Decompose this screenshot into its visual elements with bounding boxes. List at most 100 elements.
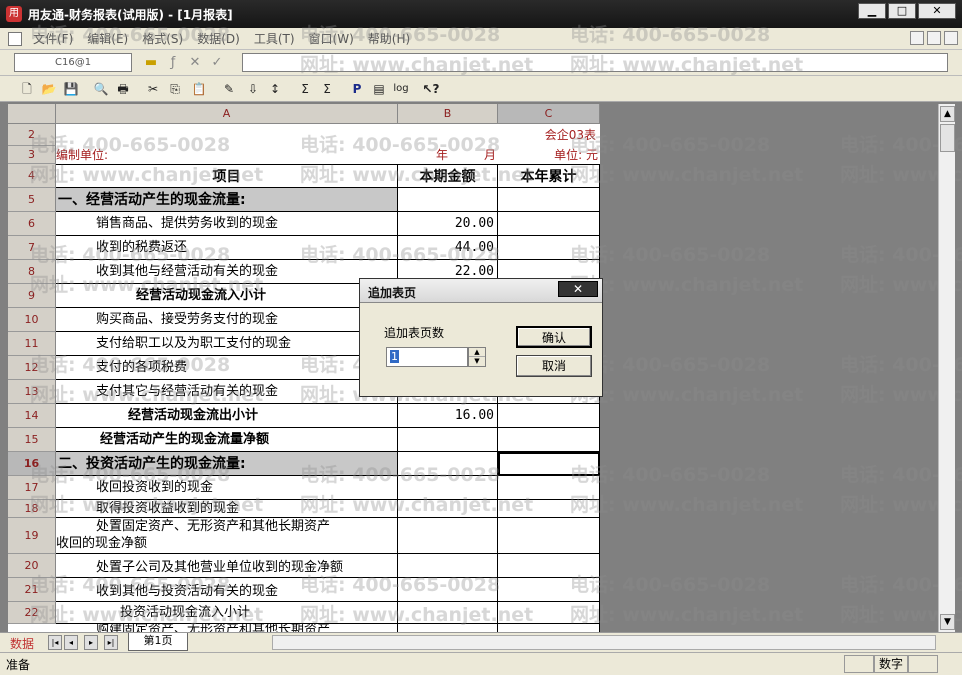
row-ytd[interactable] [498, 428, 600, 452]
row-label[interactable]: 取得投资收益收到的现金 [56, 500, 398, 518]
sheet-tab[interactable]: 第1页 [128, 633, 188, 651]
row-header[interactable]: 11 [8, 332, 56, 356]
maximize-button[interactable]: □ [888, 3, 916, 19]
sum-icon[interactable]: Σ [296, 80, 314, 98]
row-value[interactable]: 16.00 [398, 404, 498, 428]
row-label[interactable]: 收回投资收到的现金 [56, 476, 398, 500]
data-mode-label[interactable]: 数据 [10, 635, 34, 652]
row-ytd[interactable] [498, 476, 600, 500]
mdi-restore-button[interactable] [927, 31, 941, 45]
row-ytd[interactable] [498, 602, 600, 624]
row-label[interactable]: 购建固定资产、无形资产和其他长期资产 [56, 624, 398, 632]
row-header[interactable]: 22 [8, 602, 56, 624]
header-ytd[interactable]: 本年累计 [498, 164, 600, 188]
menu-file[interactable]: 文件(F) [26, 30, 80, 47]
row-value[interactable] [398, 428, 498, 452]
column-header-c[interactable]: C [498, 104, 600, 124]
new-icon[interactable]: 🗋 [18, 80, 36, 98]
corner-header[interactable] [8, 104, 56, 124]
formula-input[interactable] [242, 53, 948, 72]
fx-icon[interactable]: ƒ [164, 54, 182, 71]
row-header[interactable]: 5 [8, 188, 56, 212]
row-header[interactable]: 10 [8, 308, 56, 332]
column-header-b[interactable]: B [398, 104, 498, 124]
help-pointer-icon[interactable]: ↖? [422, 80, 440, 98]
p-icon[interactable]: P [348, 80, 366, 98]
menu-help[interactable]: 帮助(H) [361, 30, 417, 47]
header-current[interactable]: 本期金额 [398, 164, 498, 188]
row-ytd[interactable] [498, 518, 600, 554]
row-label[interactable]: 收到的税费返还 [56, 236, 398, 260]
page-count-input[interactable]: 1 [386, 347, 468, 367]
row-header[interactable]: 3 [8, 146, 56, 164]
next-sheet-icon[interactable]: ▸ [84, 635, 98, 650]
row-value[interactable]: 20.00 [398, 212, 498, 236]
row-ytd[interactable] [498, 188, 600, 212]
ok-button[interactable]: 确认 [516, 326, 592, 348]
row-ytd[interactable] [498, 554, 600, 578]
row-ytd[interactable] [498, 404, 600, 428]
row-header[interactable]: 17 [8, 476, 56, 500]
row-value[interactable]: 44.00 [398, 236, 498, 260]
row-value[interactable] [398, 476, 498, 500]
insert-icon[interactable]: ⇩ [244, 80, 262, 98]
row-value[interactable] [398, 518, 498, 554]
row-header[interactable]: 18 [8, 500, 56, 518]
menu-edit[interactable]: 编辑(E) [80, 30, 135, 47]
row-header[interactable]: 9 [8, 284, 56, 308]
print-preview-icon[interactable]: 🔍 [92, 80, 110, 98]
menu-format[interactable]: 格式(S) [135, 30, 190, 47]
row-label[interactable]: 一、经营活动产生的现金流量: [56, 188, 398, 212]
row-label[interactable]: 经营活动产生的现金流量净额 [56, 428, 398, 452]
row-label[interactable]: 购买商品、接受劳务支付的现金 [56, 308, 398, 332]
row-value[interactable] [398, 554, 498, 578]
open-icon[interactable]: 📂 [40, 80, 58, 98]
row-label[interactable]: 经营活动现金流出小计 [56, 404, 398, 428]
close-button[interactable]: ✕ [918, 3, 956, 19]
row-header[interactable]: 8 [8, 260, 56, 284]
last-sheet-icon[interactable]: ▸| [104, 635, 118, 650]
row-label[interactable]: 二、投资活动产生的现金流量: [56, 452, 398, 476]
row-header[interactable]: 7 [8, 236, 56, 260]
row-label[interactable]: 收到其他与经营活动有关的现金 [56, 260, 398, 284]
paste-icon[interactable]: 📋 [190, 80, 208, 98]
row-ytd[interactable] [498, 500, 600, 518]
row-header[interactable]: 16 [8, 452, 56, 476]
row-header[interactable]: 15 [8, 428, 56, 452]
row-label[interactable]: 投资活动现金流入小计 [56, 602, 398, 624]
page-icon[interactable]: ▤ [370, 80, 388, 98]
minimize-button[interactable]: ▁ [858, 3, 886, 19]
row-value[interactable] [398, 624, 498, 632]
row-label[interactable]: 收到其他与投资活动有关的现金 [56, 578, 398, 602]
row-header[interactable]: 12 [8, 356, 56, 380]
row-ytd[interactable] [498, 578, 600, 602]
cut-icon[interactable]: ✂ [144, 80, 162, 98]
row-header[interactable]: 6 [8, 212, 56, 236]
vertical-scrollbar[interactable]: ▲ ▼ [938, 104, 955, 632]
row-ytd[interactable] [498, 236, 600, 260]
cancel-edit-icon[interactable]: ✕ [186, 54, 204, 71]
row-value[interactable] [398, 578, 498, 602]
row-value[interactable] [398, 500, 498, 518]
row-label[interactable]: 销售商品、提供劳务收到的现金 [56, 212, 398, 236]
copy-icon[interactable]: ⎘ [166, 80, 184, 98]
horizontal-scrollbar[interactable] [272, 635, 936, 650]
sort-icon[interactable]: ↕ [266, 80, 284, 98]
row-header[interactable]: 20 [8, 554, 56, 578]
scroll-thumb[interactable] [940, 124, 955, 152]
sum-range-icon[interactable]: Σ [318, 80, 336, 98]
column-header-a[interactable]: A [56, 104, 398, 124]
row-header[interactable]: 19 [8, 518, 56, 554]
row-label[interactable]: 支付其它与经营活动有关的现金 [56, 380, 398, 404]
prev-sheet-icon[interactable]: ◂ [64, 635, 78, 650]
save-icon[interactable]: 💾 [62, 80, 80, 98]
log-icon[interactable]: log [392, 80, 410, 98]
mdi-close-button[interactable] [944, 31, 958, 45]
row-header[interactable]: 13 [8, 380, 56, 404]
cell-reference-box[interactable]: C16@1 [14, 53, 132, 72]
menu-window[interactable]: 窗口(W) [302, 30, 361, 47]
cancel-button[interactable]: 取消 [516, 355, 592, 377]
scroll-down-icon[interactable]: ▼ [940, 614, 955, 630]
confirm-edit-icon[interactable]: ✓ [208, 54, 226, 71]
scroll-up-icon[interactable]: ▲ [940, 106, 955, 122]
